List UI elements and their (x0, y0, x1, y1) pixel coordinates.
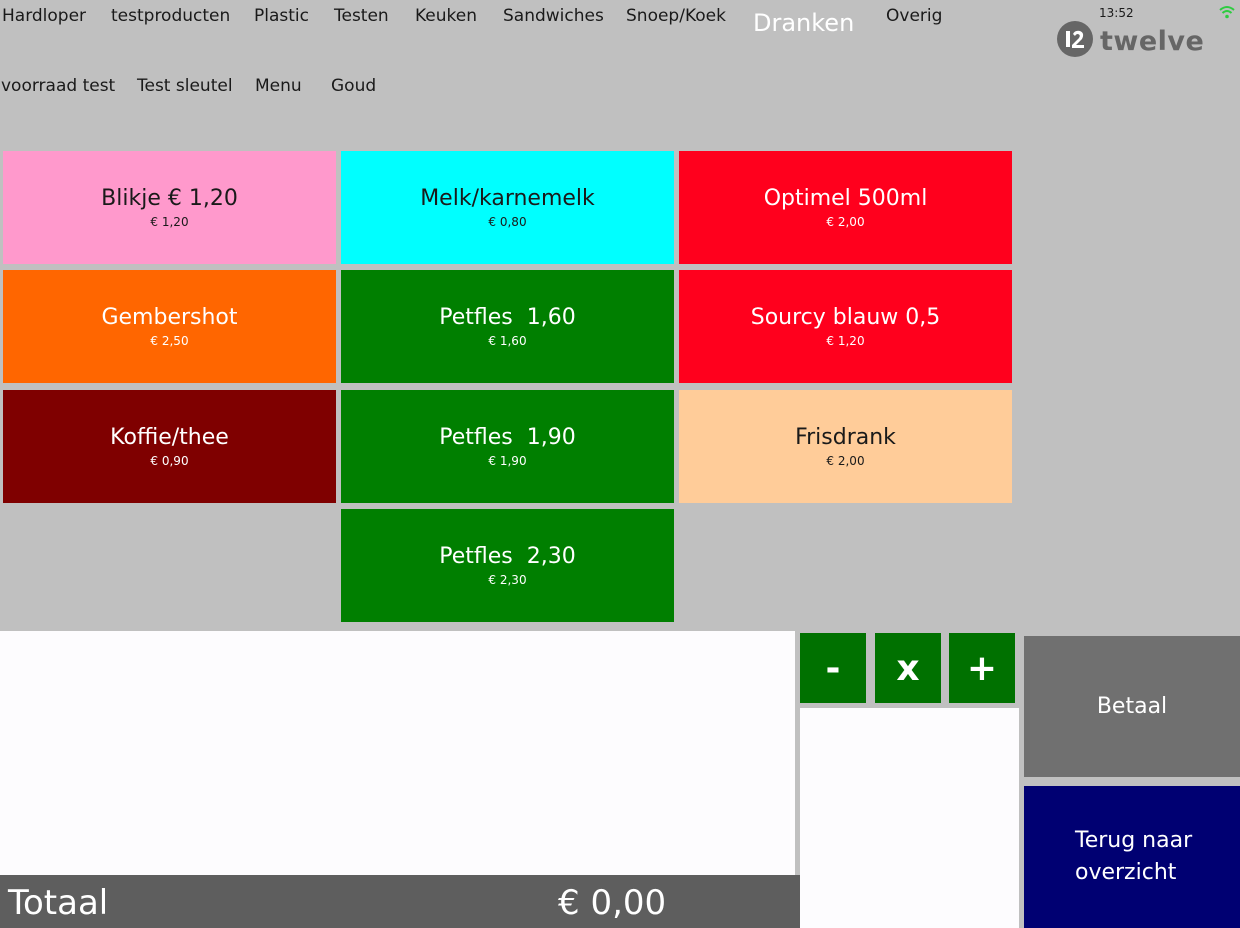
product-name: Petfles 2,30 (439, 544, 576, 569)
brand-logo-icon (1056, 20, 1094, 62)
product-button[interactable]: Koffie/thee € 0,90 (3, 390, 336, 503)
product-button[interactable]: Sourcy blauw 0,5 € 1,20 (679, 270, 1012, 383)
remove-item-button[interactable]: x (875, 633, 941, 703)
product-price: € 1,60 (488, 334, 527, 348)
product-name: Koffie/thee (110, 425, 229, 450)
order-list[interactable] (0, 631, 795, 875)
category-hardloper[interactable]: Hardloper (2, 5, 86, 27)
product-name: Blikje € 1,20 (101, 186, 238, 211)
product-button[interactable]: Blikje € 1,20 € 1,20 (3, 151, 336, 264)
category-overig[interactable]: Overig (886, 5, 942, 27)
category-snoep-koek[interactable]: Snoep/Koek (626, 5, 726, 27)
product-price: € 1,20 (150, 215, 189, 229)
pay-button[interactable]: Betaal (1024, 636, 1240, 777)
total-bar: Totaal € 0,00 (0, 875, 800, 928)
product-name: Sourcy blauw 0,5 (750, 305, 941, 330)
brand-logo: twelve (1056, 20, 1204, 62)
category-menu[interactable]: Menu (255, 75, 302, 97)
decrease-quantity-button[interactable]: - (800, 633, 866, 703)
product-button[interactable]: Gembershot € 2,50 (3, 270, 336, 383)
category-goud[interactable]: Goud (331, 75, 376, 97)
total-label: Totaal (8, 883, 109, 923)
product-button[interactable]: Petfles 2,30 € 2,30 (341, 509, 674, 622)
input-panel[interactable] (800, 708, 1019, 928)
product-name: Optimel 500ml (763, 186, 928, 211)
category-testproducten[interactable]: testproducten (111, 5, 230, 27)
category-voorraad-test[interactable]: voorraad test (1, 75, 115, 97)
category-keuken[interactable]: Keuken (415, 5, 477, 27)
category-dranken-active[interactable]: Dranken (753, 9, 854, 37)
product-price: € 1,20 (826, 334, 865, 348)
product-name: Petfles 1,60 (439, 305, 576, 330)
product-button[interactable]: Frisdrank € 2,00 (679, 390, 1012, 503)
product-name: Melk/karnemelk (420, 186, 595, 211)
product-price: € 2,30 (488, 573, 527, 587)
product-price: € 0,80 (488, 215, 527, 229)
increase-quantity-button[interactable]: + (949, 633, 1015, 703)
product-button[interactable]: Optimel 500ml € 2,00 (679, 151, 1012, 264)
product-price: € 2,50 (150, 334, 189, 348)
product-button[interactable]: Petfles 1,60 € 1,60 (341, 270, 674, 383)
total-value: € 0,00 (558, 883, 667, 923)
product-price: € 0,90 (150, 454, 189, 468)
back-to-overview-button[interactable]: Terug naar overzicht (1024, 786, 1240, 928)
product-name: Frisdrank (795, 425, 896, 450)
product-price: € 2,00 (826, 454, 865, 468)
product-name: Petfles 1,90 (439, 425, 576, 450)
product-name: Gembershot (101, 305, 238, 330)
category-testen[interactable]: Testen (334, 5, 389, 27)
category-test-sleutel[interactable]: Test sleutel (137, 75, 233, 97)
wifi-icon (1219, 4, 1235, 23)
category-sandwiches[interactable]: Sandwiches (503, 5, 604, 27)
product-button[interactable]: Petfles 1,90 € 1,90 (341, 390, 674, 503)
clock: 13:52 (1099, 6, 1134, 20)
product-button[interactable]: Melk/karnemelk € 0,80 (341, 151, 674, 264)
product-price: € 1,90 (488, 454, 527, 468)
product-price: € 2,00 (826, 215, 865, 229)
brand-logo-text: twelve (1100, 25, 1205, 57)
category-plastic[interactable]: Plastic (254, 5, 309, 27)
